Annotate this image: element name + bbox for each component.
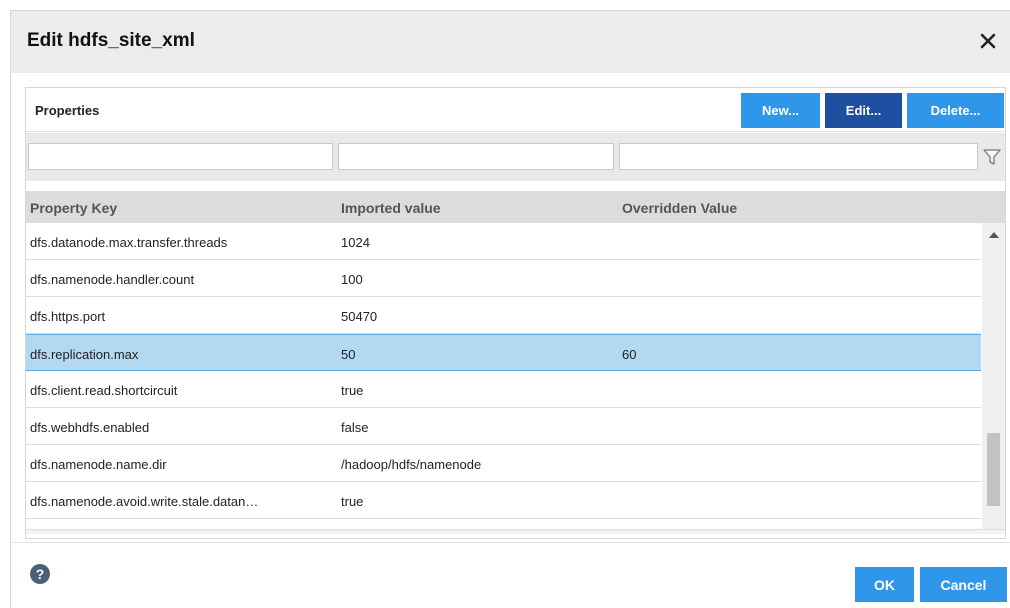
- filter-property-key-input[interactable]: [28, 143, 333, 170]
- close-icon[interactable]: [975, 28, 1001, 54]
- vertical-scrollbar[interactable]: [982, 223, 1005, 531]
- table-header: Property Key Imported value Overridden V…: [26, 191, 1005, 223]
- new-button[interactable]: New...: [741, 93, 820, 128]
- table-row[interactable]: dfs.namenode.avoid.write.stale.datan… tr…: [26, 482, 981, 519]
- cell-imported-value: true: [341, 383, 364, 398]
- table-row[interactable]: dfs.webhdfs.enabled false: [26, 408, 981, 445]
- filter-overridden-value-input[interactable]: [619, 143, 978, 170]
- column-header-property-key[interactable]: Property Key: [30, 200, 117, 216]
- cell-imported-value: /hadoop/hdfs/namenode: [341, 457, 482, 472]
- svg-text:?: ?: [36, 566, 45, 582]
- filter-row: [26, 133, 1005, 181]
- properties-title: Properties: [35, 103, 100, 118]
- cell-imported-value: false: [341, 420, 369, 435]
- cell-overridden-value: 60: [622, 347, 637, 362]
- cell-imported-value: 50470: [341, 309, 378, 324]
- properties-panel: Properties New... Edit... Delete... Prop…: [25, 87, 1006, 539]
- table-row[interactable]: dfs.client.read.shortcircuit true: [26, 371, 981, 408]
- scroll-up-arrow-icon[interactable]: [989, 232, 999, 238]
- cell-property-key: dfs.https.port: [30, 309, 106, 324]
- edit-button[interactable]: Edit...: [825, 93, 902, 128]
- cell-imported-value: 100: [341, 272, 363, 287]
- dialog-titlebar: Edit hdfs_site_xml: [11, 11, 1010, 73]
- cell-property-key: dfs.client.read.shortcircuit: [30, 383, 178, 398]
- properties-header: Properties New... Edit... Delete...: [26, 88, 1005, 132]
- table-row[interactable]: dfs.namenode.handler.count 100: [26, 260, 981, 297]
- help-icon[interactable]: ?: [29, 563, 51, 585]
- filter-funnel-icon[interactable]: [982, 147, 1002, 167]
- scrollbar-thumb[interactable]: [987, 433, 1000, 506]
- column-header-imported-value[interactable]: Imported value: [341, 200, 441, 216]
- column-header-overridden-value[interactable]: Overridden Value: [622, 200, 737, 216]
- delete-button[interactable]: Delete...: [907, 93, 1004, 128]
- cell-imported-value: 1024: [341, 235, 370, 250]
- cell-property-key: dfs.replication.max: [30, 347, 139, 362]
- footer-divider: [11, 542, 1010, 543]
- table-body: dfs.datanode.max.transfer.threads 1024 d…: [26, 223, 981, 526]
- filter-imported-value-input[interactable]: [338, 143, 614, 170]
- edit-dialog: Edit hdfs_site_xml Properties New... Edi…: [10, 10, 1010, 608]
- ok-button[interactable]: OK: [855, 567, 914, 602]
- cell-imported-value: true: [341, 494, 364, 509]
- table-row-selected[interactable]: dfs.replication.max 50 60: [26, 334, 981, 371]
- cell-property-key: dfs.namenode.handler.count: [30, 272, 195, 287]
- table-row[interactable]: dfs.namenode.name.dir /hadoop/hdfs/namen…: [26, 445, 981, 482]
- table-row[interactable]: dfs.datanode.max.transfer.threads 1024: [26, 223, 981, 260]
- cell-property-key: dfs.datanode.max.transfer.threads: [30, 235, 228, 250]
- cancel-button[interactable]: Cancel: [920, 567, 1007, 602]
- cell-imported-value: 50: [341, 347, 356, 362]
- cell-property-key: dfs.namenode.name.dir: [30, 457, 167, 472]
- table-row[interactable]: dfs.https.port 50470: [26, 297, 981, 334]
- table-bottom-edge: [26, 529, 1005, 534]
- dialog-title: Edit hdfs_site_xml: [27, 30, 195, 51]
- cell-property-key: dfs.webhdfs.enabled: [30, 420, 150, 435]
- cell-property-key: dfs.namenode.avoid.write.stale.datan…: [30, 494, 259, 509]
